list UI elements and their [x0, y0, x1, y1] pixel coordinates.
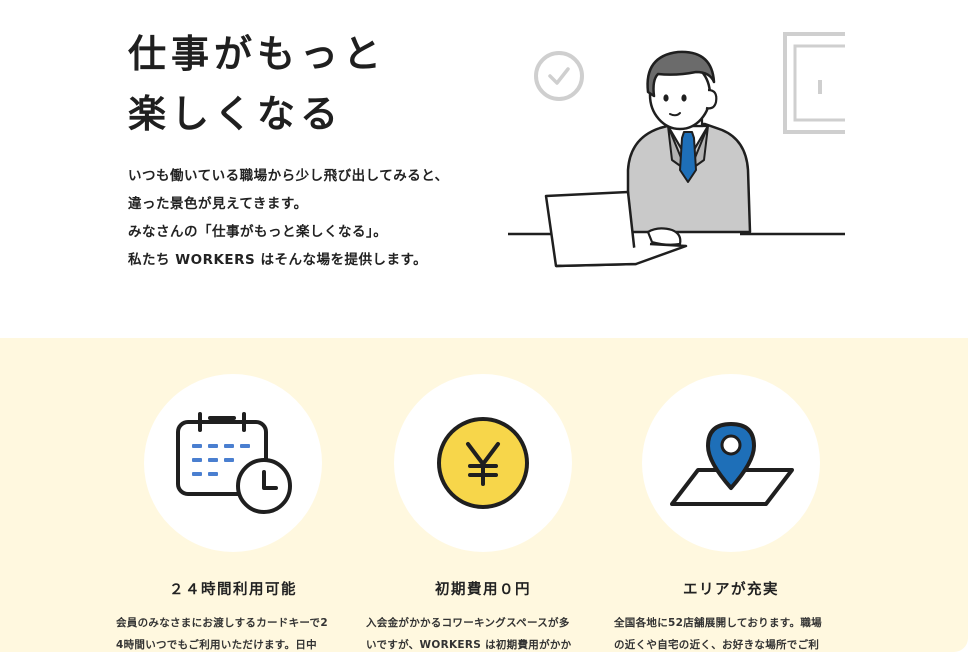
hero-title-line-2: 楽しくなる	[128, 92, 344, 136]
calendar-clock-icon	[176, 412, 292, 514]
feature-icon-circle	[394, 374, 572, 552]
feature-description: 全国各地に52店舗展開しております。職場 の近くや自宅の近く、お好きな場所でご利	[614, 612, 848, 652]
feature-description-line-2: 4時間いつでもご利用いただけます。日中	[116, 639, 317, 651]
feature-description-line-1: 全国各地に52店舗展開しております。職場	[614, 617, 822, 629]
feature-description-line-2: の近くや自宅の近く、お好きな場所でご利	[614, 639, 820, 651]
feature-description-line-1: 入会金がかかるコワーキングスペースが多	[366, 617, 570, 629]
feature-icon-circle	[144, 374, 322, 552]
feature-description: 会員のみなさまにお渡しするカードキーで2 4時間いつでもご利用いただけます。日中	[116, 612, 350, 652]
hero-description-line-2: 違った景色が見えてきます。	[128, 196, 308, 212]
hero-description-line-1: いつも働いている職場から少し飛び出してみると、	[128, 168, 449, 184]
map-pin-icon	[670, 422, 794, 506]
hero-title: 仕事がもっと 楽しくなる	[128, 24, 386, 144]
feature-description: 入会金がかかるコワーキングスペースが多 いですが、WORKERS は初期費用がか…	[366, 612, 600, 652]
feature-title: ２４時間利用可能	[169, 582, 297, 598]
hero-description-line-4: 私たち WORKERS はそんな場を提供します。	[128, 252, 428, 268]
feature-title: エリアが充実	[683, 582, 779, 598]
man-working-at-laptop-illustration	[508, 32, 845, 268]
yen-coin-icon	[437, 417, 529, 509]
window-icon	[783, 32, 845, 134]
wall-clock-icon	[534, 51, 584, 101]
feature-description-line-1: 会員のみなさまにお渡しするカードキーで2	[116, 617, 328, 629]
hero-title-line-1: 仕事がもっと	[128, 32, 387, 76]
features-section: ２４時間利用可能 会員のみなさまにお渡しするカードキーで2 4時間いつでもご利用…	[0, 338, 968, 652]
hero-description: いつも働いている職場から少し飛び出してみると、 違った景色が見えてきます。 みな…	[128, 162, 449, 274]
hero-description-line-3: みなさんの「仕事がもっと楽しくなる」。	[128, 224, 388, 240]
hero-section: 仕事がもっと 楽しくなる いつも働いている職場から少し飛び出してみると、 違った…	[0, 0, 968, 338]
feature-title: 初期費用０円	[435, 582, 531, 598]
feature-description-line-2: いですが、WORKERS は初期費用がかか	[366, 639, 572, 651]
feature-icon-circle	[642, 374, 820, 552]
